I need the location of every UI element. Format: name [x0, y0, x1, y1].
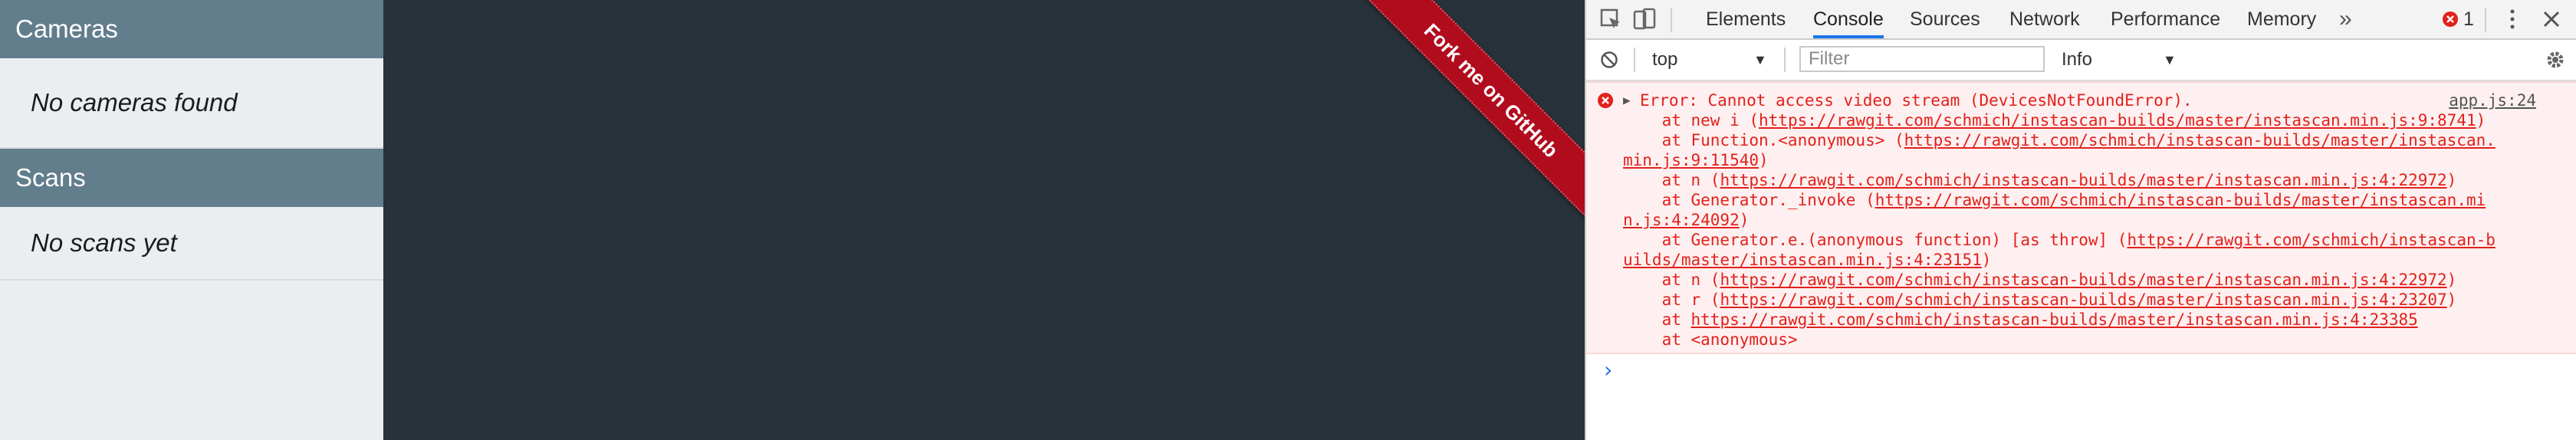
stack-frame-text: at <anonymous>	[1623, 330, 1798, 349]
tab-elements[interactable]: Elements	[1706, 0, 1786, 38]
toolbar-separator	[2485, 8, 2486, 32]
devtools-panel: Elements Console Sources Network Perform…	[1585, 0, 2576, 440]
stack-trace-line: at new i (https://rawgit.com/schmich/ins…	[1623, 110, 2486, 130]
expand-triangle-icon[interactable]: ▶	[1623, 90, 1631, 110]
toolbar-separator	[1784, 48, 1786, 72]
camera-preview: Fork me on GitHub	[383, 0, 1585, 440]
caret-down-icon[interactable]: ▼	[1753, 40, 1767, 80]
stack-frame-text: )	[2446, 291, 2457, 309]
stack-trace-line: at n (https://rawgit.com/schmich/instasc…	[1623, 170, 2457, 190]
toolbar-separator	[1634, 48, 1635, 72]
stack-trace-line: at r (https://rawgit.com/schmich/instasc…	[1623, 290, 2457, 310]
stack-trace-line: min.js:9:11540)	[1623, 150, 1769, 170]
stack-frame-link[interactable]: uilds/master/instascan.min.js:4:23151	[1623, 251, 1982, 269]
error-text: Error: Cannot access video stream (Devic…	[1640, 91, 2193, 110]
stack-frame-text: at Function.<anonymous> (	[1623, 131, 1904, 149]
stack-frame-link[interactable]: https://rawgit.com/schmich/instascan-bui…	[1691, 310, 2418, 329]
stack-trace-line: uilds/master/instascan.min.js:4:23151)	[1623, 250, 1991, 270]
stack-frame-text: )	[2446, 271, 2457, 289]
app-sidebar: Cameras No cameras found Scans No scans …	[0, 0, 383, 440]
tab-performance[interactable]: Performance	[2111, 0, 2220, 38]
tab-console[interactable]: Console	[1813, 0, 1884, 38]
stack-frame-link[interactable]: https://rawgit.com/schmich/instascan-bui…	[1759, 111, 2476, 130]
stack-trace-line: n.js:4:24092)	[1623, 210, 1749, 230]
error-icon	[1598, 93, 1613, 108]
error-count[interactable]: 1	[2463, 0, 2474, 38]
more-options-icon[interactable]	[2506, 8, 2518, 31]
stack-trace-line: at Function.<anonymous> (https://rawgit.…	[1623, 130, 2496, 150]
caret-down-icon[interactable]: ▼	[2163, 40, 2177, 80]
stack-trace-line: at <anonymous>	[1623, 330, 1798, 350]
clear-console-icon[interactable]	[1600, 51, 1618, 69]
inspect-element-icon[interactable]	[1598, 7, 1623, 31]
stack-frame-text: )	[2446, 171, 2457, 189]
stack-frame-link[interactable]: https://rawgit.com/schmich/instascan-bui…	[1720, 291, 2446, 309]
tab-memory[interactable]: Memory	[2247, 0, 2316, 38]
stack-frame-text: )	[1739, 211, 1750, 229]
cameras-header: Cameras	[0, 0, 383, 58]
tab-sources[interactable]: Sources	[1910, 0, 1980, 38]
stack-frame-link[interactable]: https://rawgit.com/schmich/instascan-bui…	[1875, 191, 2486, 209]
gear-icon[interactable]	[2545, 49, 2566, 71]
stack-frame-text: at n (	[1623, 271, 1720, 289]
stack-frame-text: at Generator.e.(anonymous function) [as …	[1623, 231, 2128, 249]
stack-frame-text: at Generator._invoke (	[1623, 191, 1875, 209]
stack-frame-text: )	[2476, 111, 2486, 130]
console-error-message: ▶ Error: Cannot access video stream (Dev…	[1586, 81, 2576, 354]
stack-trace-line: at n (https://rawgit.com/schmich/instasc…	[1623, 270, 2457, 290]
error-badge-icon[interactable]	[2442, 11, 2459, 28]
stack-frame-text: )	[1759, 151, 1769, 169]
device-toolbar-icon[interactable]	[1632, 7, 1657, 31]
console-filter-bar: top ▼ Info ▼	[1586, 40, 2576, 81]
scans-header: Scans	[0, 149, 383, 207]
stack-frame-link[interactable]: https://rawgit.com/schmich/instascan-bui…	[1904, 131, 2496, 149]
stack-frame-text: )	[1981, 251, 1992, 269]
toolbar-separator	[1671, 8, 1672, 32]
devtools-tabbar: Elements Console Sources Network Perform…	[1586, 0, 2576, 40]
chevron-double-right-icon[interactable]: »	[2339, 0, 2352, 38]
scans-empty-message: No scans yet	[0, 207, 383, 281]
stack-frame-text: at	[1623, 310, 1691, 329]
stack-trace-line: at Generator.e.(anonymous function) [as …	[1623, 230, 2496, 250]
stack-trace-line: at https://rawgit.com/schmich/instascan-…	[1623, 310, 2418, 330]
stack-frame-link[interactable]: n.js:4:24092	[1623, 211, 1740, 229]
stack-frame-text: at n (	[1623, 171, 1720, 189]
tab-network[interactable]: Network	[2009, 0, 2080, 38]
fork-me-ribbon[interactable]: Fork me on GitHub	[1347, 0, 1585, 235]
stack-frame-text: at r (	[1623, 291, 1720, 309]
stack-frame-link[interactable]: min.js:9:11540	[1623, 151, 1759, 169]
stack-trace-line: at Generator._invoke (https://rawgit.com…	[1623, 190, 2486, 210]
stack-frame-link[interactable]: https://rawgit.com/schmich/instascan-bui…	[1720, 171, 2446, 189]
error-source-link[interactable]: app.js:24	[2449, 90, 2536, 110]
stack-frame-text: at new i (	[1623, 111, 1760, 130]
stack-frame-link[interactable]: https://rawgit.com/schmich/instascan-b	[2127, 231, 2495, 249]
log-level-selector[interactable]: Info	[2062, 40, 2092, 80]
stack-frame-link[interactable]: https://rawgit.com/schmich/instascan-bui…	[1720, 271, 2446, 289]
context-selector[interactable]: top	[1652, 40, 1677, 80]
cameras-empty-message: No cameras found	[0, 58, 383, 149]
filter-input[interactable]	[1799, 46, 2045, 72]
console-prompt-icon[interactable]: ›	[1602, 357, 1615, 383]
close-icon[interactable]	[2542, 9, 2561, 29]
